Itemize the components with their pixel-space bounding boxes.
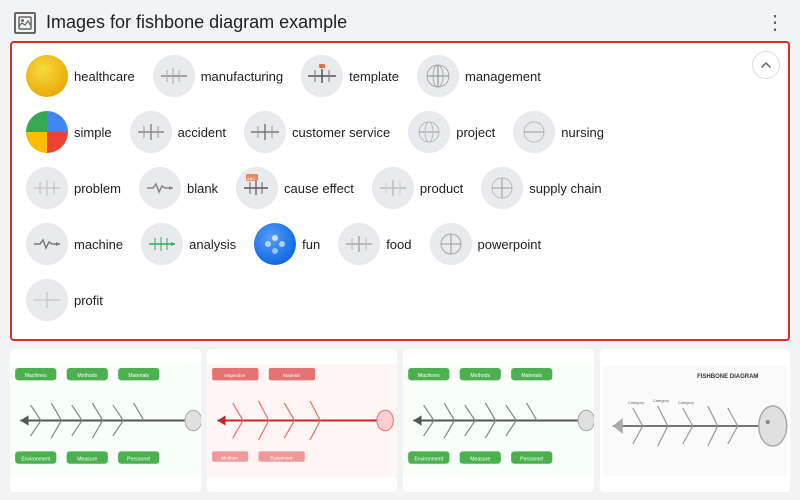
tag-cause-effect[interactable]: ABC cause effect	[232, 163, 364, 213]
tag-thumb-supply-chain	[481, 167, 523, 209]
tag-label-management: management	[465, 69, 541, 84]
tag-thumb-fun	[254, 223, 296, 265]
images-strip: Machines Methods Materials	[0, 341, 800, 500]
tag-label-simple: simple	[74, 125, 112, 140]
tag-label-manufacturing: manufacturing	[201, 69, 283, 84]
image-card-4[interactable]: FISHBONE DIAGRAM	[600, 349, 791, 492]
tag-thumb-management	[417, 55, 459, 97]
svg-text:Environment: Environment	[414, 457, 443, 463]
tag-supply-chain[interactable]: supply chain	[477, 163, 611, 213]
svg-text:FISHBONE DIAGRAM: FISHBONE DIAGRAM	[697, 374, 758, 380]
page-title: Images for fishbone diagram example	[46, 12, 755, 33]
tag-label-healthcare: healthcare	[74, 69, 135, 84]
tag-label-analysis: analysis	[189, 237, 236, 252]
tag-thumb-analysis	[141, 223, 183, 265]
image-icon	[14, 12, 36, 34]
tag-fun[interactable]: fun	[250, 219, 330, 269]
tag-healthcare[interactable]: healthcare	[22, 51, 145, 101]
tag-thumb-accident	[130, 111, 172, 153]
tag-thumb-customer-service	[244, 111, 286, 153]
svg-text:Category: Category	[627, 400, 643, 405]
tag-thumb-profit	[26, 279, 68, 321]
tag-thumb-machine	[26, 223, 68, 265]
tag-thumb-cause-effect: ABC	[236, 167, 278, 209]
svg-text:ABC: ABC	[247, 176, 255, 181]
collapse-button[interactable]	[752, 51, 780, 79]
header: Images for fishbone diagram example ⋮	[0, 0, 800, 41]
svg-text:Environment: Environment	[21, 457, 50, 463]
tag-label-blank: blank	[187, 181, 218, 196]
svg-text:Inspection: Inspection	[224, 373, 246, 378]
tag-label-project: project	[456, 125, 495, 140]
tag-accident[interactable]: accident	[126, 107, 236, 157]
svg-text:Materials: Materials	[128, 373, 149, 379]
tag-label-problem: problem	[74, 181, 121, 196]
tag-analysis[interactable]: analysis	[137, 219, 246, 269]
tag-thumb-nursing	[513, 111, 555, 153]
tag-problem[interactable]: problem	[22, 163, 131, 213]
tag-thumb-problem	[26, 167, 68, 209]
tag-label-nursing: nursing	[561, 125, 604, 140]
tag-label-profit: profit	[74, 293, 103, 308]
tag-management[interactable]: management	[413, 51, 551, 101]
tag-thumb-blank	[139, 167, 181, 209]
tag-product[interactable]: product	[368, 163, 473, 213]
tag-label-template: template	[349, 69, 399, 84]
svg-text:Machines: Machines	[25, 373, 47, 379]
tag-label-cause-effect: cause effect	[284, 181, 354, 196]
svg-text:Machines: Machines	[418, 373, 440, 379]
tag-thumb-simple	[26, 111, 68, 153]
tag-label-product: product	[420, 181, 463, 196]
tag-thumb-manufacturing	[153, 55, 195, 97]
tag-label-supply-chain: supply chain	[529, 181, 601, 196]
svg-text:Methods: Methods	[470, 373, 490, 379]
svg-text:Methods: Methods	[77, 373, 97, 379]
svg-text:Category: Category	[652, 398, 668, 403]
tags-row-2: simple accident	[22, 107, 778, 157]
tags-row-4: machine analysis	[22, 219, 778, 269]
tag-label-fun: fun	[302, 237, 320, 252]
tag-project[interactable]: project	[404, 107, 505, 157]
image-card-2[interactable]: Inspection Material Medium Equipment	[207, 349, 398, 492]
svg-text:Measure: Measure	[470, 457, 490, 463]
tags-section: healthcare manufacturing	[10, 41, 790, 341]
svg-text:Medium: Medium	[221, 456, 238, 461]
tag-powerpoint[interactable]: powerpoint	[426, 219, 552, 269]
header-menu-icon[interactable]: ⋮	[765, 10, 786, 35]
tag-template[interactable]: template	[297, 51, 409, 101]
tags-row-1: healthcare manufacturing	[22, 51, 778, 101]
tag-label-customer-service: customer service	[292, 125, 390, 140]
tag-label-powerpoint: powerpoint	[478, 237, 542, 252]
page-wrapper: Images for fishbone diagram example ⋮ he…	[0, 0, 800, 500]
tag-thumb-powerpoint	[430, 223, 472, 265]
svg-text:Equipment: Equipment	[270, 456, 293, 461]
tag-label-accident: accident	[178, 125, 226, 140]
svg-text:Measure: Measure	[77, 457, 97, 463]
svg-text:Material: Material	[283, 373, 299, 378]
tag-thumb-project	[408, 111, 450, 153]
tag-customer-service[interactable]: customer service	[240, 107, 400, 157]
svg-text:Personnel: Personnel	[520, 457, 543, 463]
tags-row-5: profit	[22, 275, 778, 325]
image-card-3[interactable]: Machines Methods Materials	[403, 349, 594, 492]
tag-thumb-healthcare	[26, 55, 68, 97]
tag-simple[interactable]: simple	[22, 107, 122, 157]
tag-food[interactable]: food	[334, 219, 421, 269]
tag-thumb-product	[372, 167, 414, 209]
image-card-1[interactable]: Machines Methods Materials	[10, 349, 201, 492]
tag-manufacturing[interactable]: manufacturing	[149, 51, 293, 101]
tag-machine[interactable]: machine	[22, 219, 133, 269]
tag-label-machine: machine	[74, 237, 123, 252]
tag-thumb-template	[301, 55, 343, 97]
tag-label-food: food	[386, 237, 411, 252]
tag-blank[interactable]: blank	[135, 163, 228, 213]
tag-nursing[interactable]: nursing	[509, 107, 614, 157]
svg-text:Category: Category	[677, 400, 693, 405]
svg-text:Personnel: Personnel	[127, 457, 150, 463]
svg-text:Materials: Materials	[521, 373, 542, 379]
tags-row-3: problem blank	[22, 163, 778, 213]
tag-profit[interactable]: profit	[22, 275, 113, 325]
tag-thumb-food	[338, 223, 380, 265]
